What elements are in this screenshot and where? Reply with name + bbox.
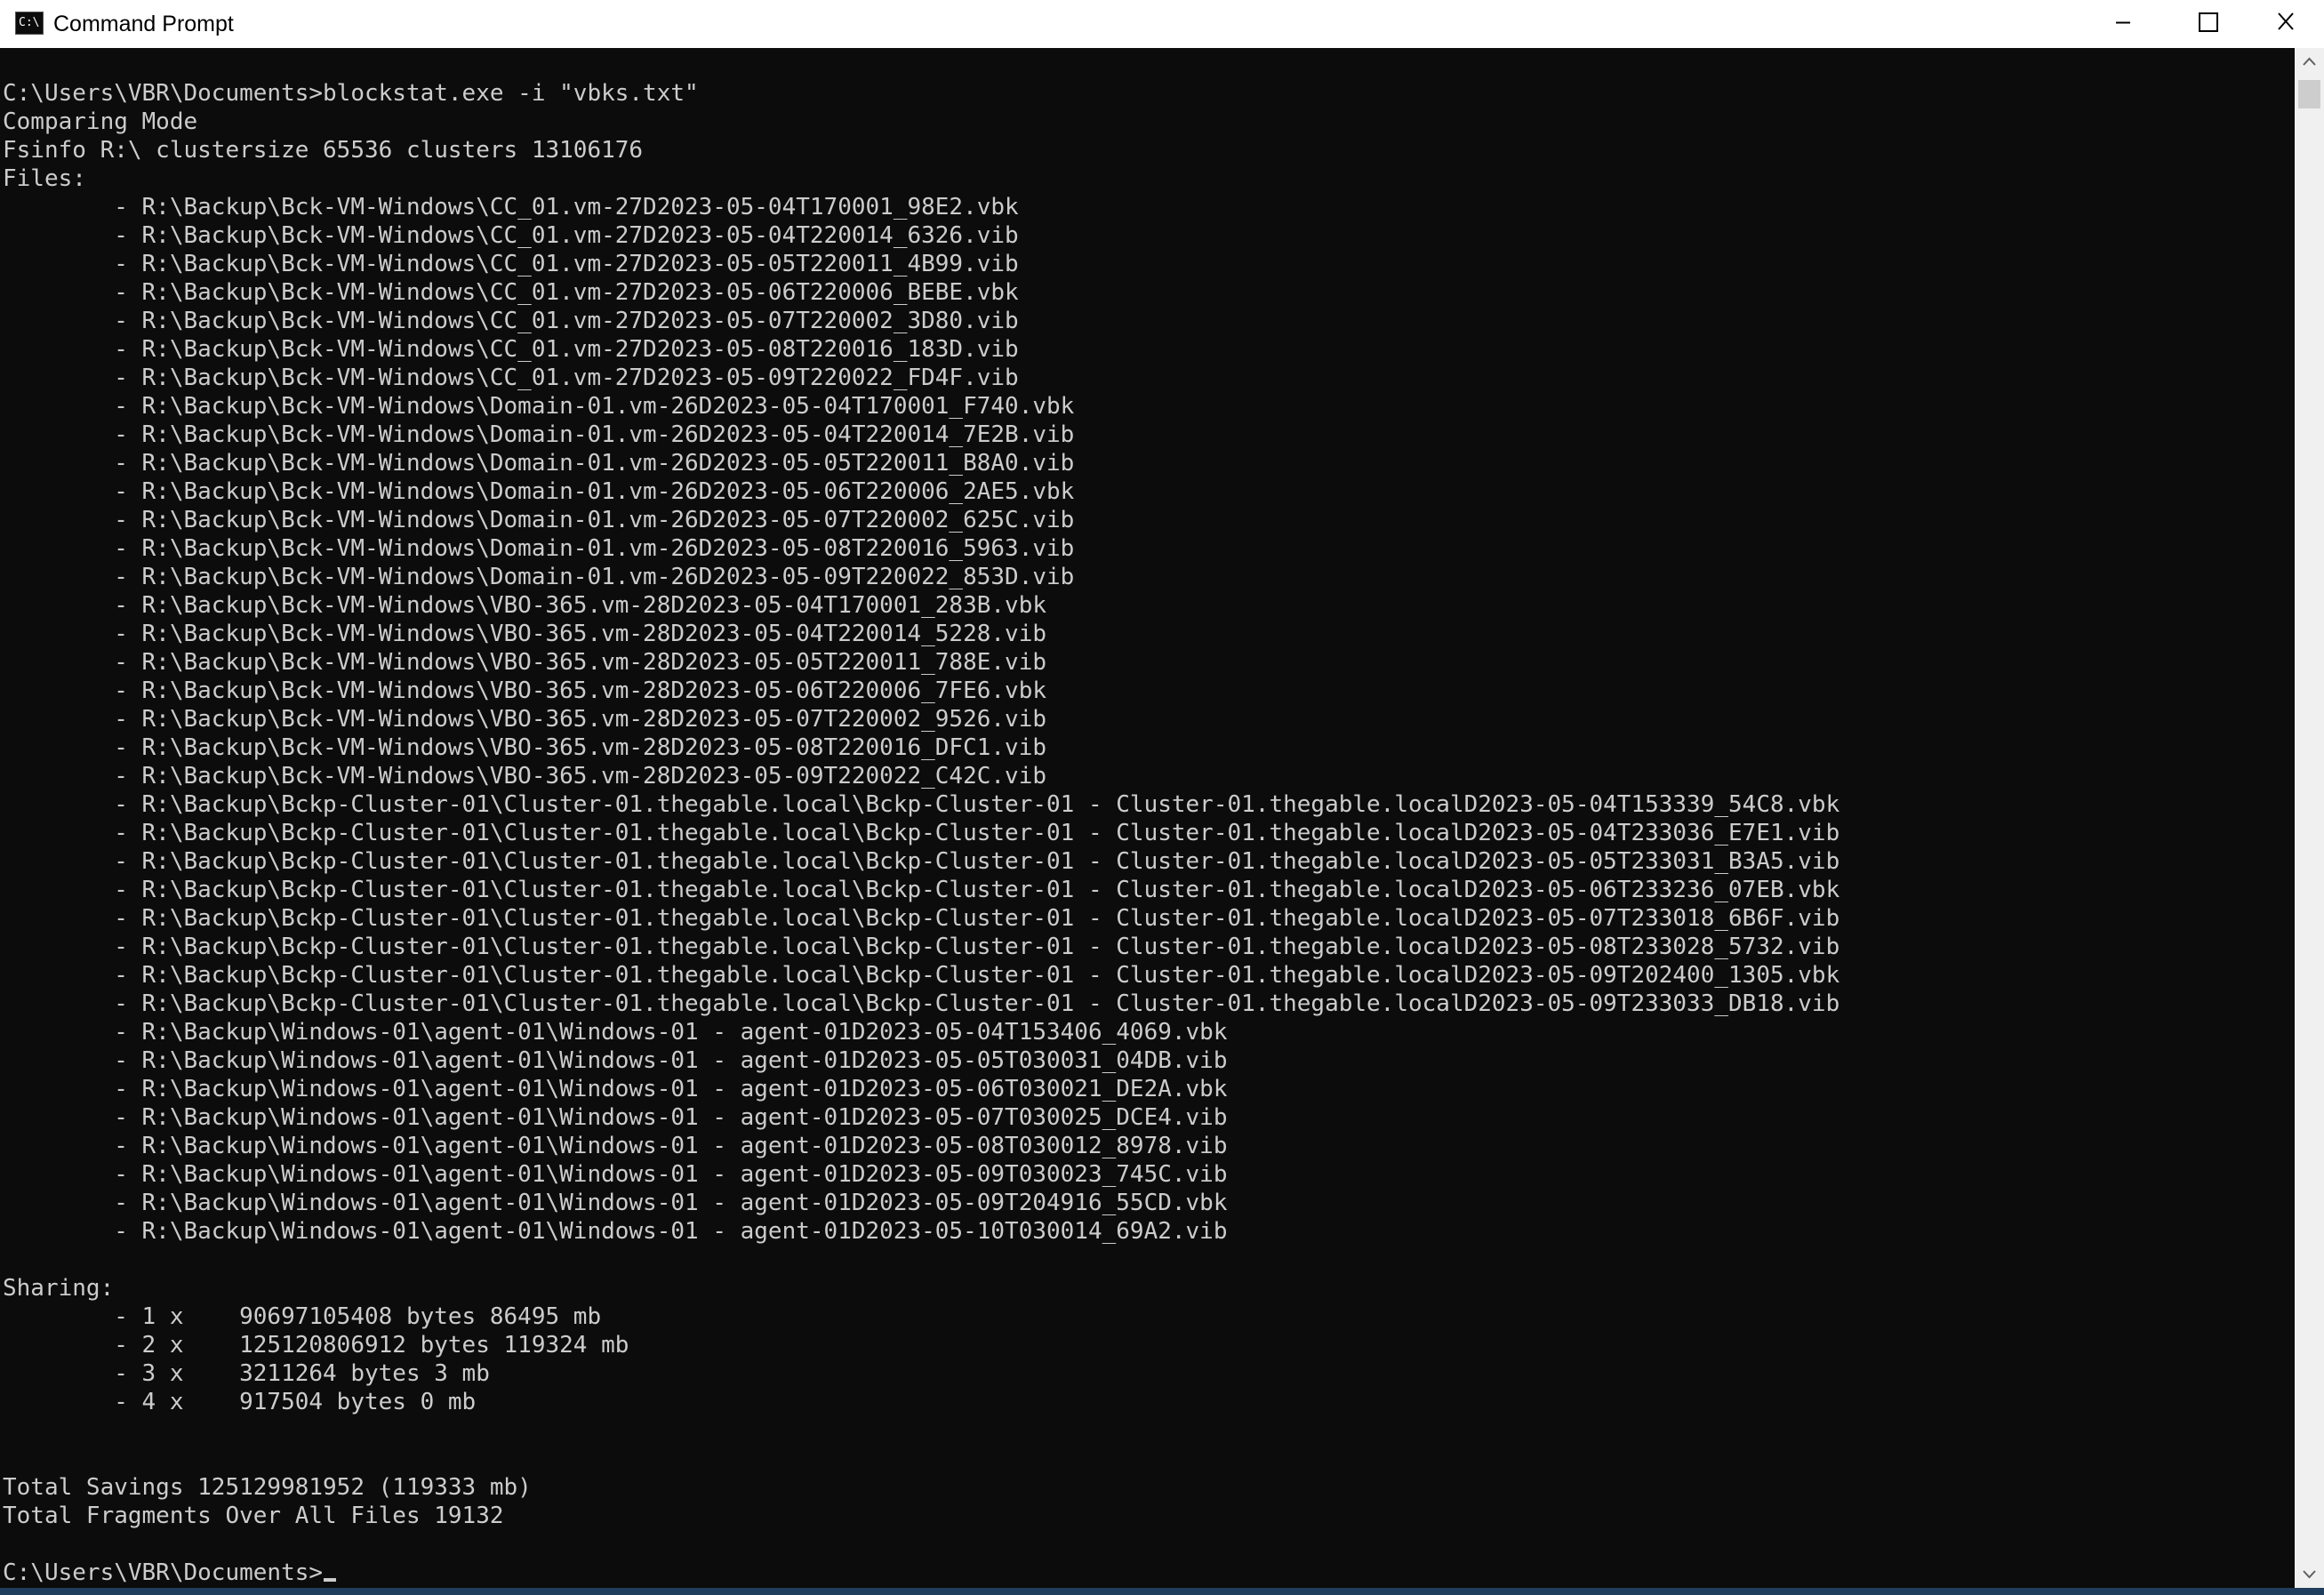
- maximize-icon: [2199, 12, 2218, 32]
- text-cursor: [324, 1578, 337, 1582]
- chevron-down-icon: [2303, 1570, 2316, 1579]
- console-line: - R:\Backup\Bckp-Cluster-01\Cluster-01.t…: [3, 962, 1840, 989]
- console-line: - R:\Backup\Bck-VM-Windows\VBO-365.vm-28…: [3, 734, 1046, 761]
- vertical-scrollbar[interactable]: [2295, 48, 2324, 1588]
- console-line: - R:\Backup\Bckp-Cluster-01\Cluster-01.t…: [3, 877, 1840, 903]
- console-output: C:\Users\VBR\Documents>blockstat.exe -i …: [3, 79, 1839, 1587]
- console-line: Total Fragments Over All Files 19132: [3, 1503, 504, 1529]
- console-line: - R:\Backup\Windows-01\agent-01\Windows-…: [3, 1190, 1228, 1216]
- console-line: - R:\Backup\Bck-VM-Windows\CC_01.vm-27D2…: [3, 279, 1019, 306]
- prompt-text: C:\Users\VBR\Documents>: [3, 1559, 324, 1586]
- console-line: - R:\Backup\Bck-VM-Windows\VBO-365.vm-28…: [3, 592, 1046, 619]
- console-line: Total Savings 125129981952 (119333 mb): [3, 1474, 532, 1501]
- console-line: - R:\Backup\Bck-VM-Windows\Domain-01.vm-…: [3, 421, 1075, 448]
- console-line: - R:\Backup\Bckp-Cluster-01\Cluster-01.t…: [3, 820, 1840, 846]
- console-line: - R:\Backup\Bckp-Cluster-01\Cluster-01.t…: [3, 905, 1840, 932]
- console-line: Fsinfo R:\ clustersize 65536 clusters 13…: [3, 137, 644, 164]
- scroll-up-button[interactable]: [2295, 48, 2324, 75]
- console-line: Sharing:: [3, 1275, 115, 1302]
- close-button[interactable]: [2246, 0, 2324, 48]
- console-line: - R:\Backup\Bck-VM-Windows\Domain-01.vm-…: [3, 478, 1075, 505]
- console-line: - R:\Backup\Bck-VM-Windows\VBO-365.vm-28…: [3, 763, 1046, 789]
- console-line: - R:\Backup\Windows-01\agent-01\Windows-…: [3, 1019, 1228, 1046]
- console-line: - 1 x 90697105408 bytes 86495 mb: [3, 1303, 602, 1330]
- console-line: - R:\Backup\Bck-VM-Windows\CC_01.vm-27D2…: [3, 336, 1019, 363]
- chevron-up-icon: [2303, 57, 2316, 66]
- minimize-button[interactable]: [2082, 0, 2164, 48]
- console-line: - R:\Backup\Bckp-Cluster-01\Cluster-01.t…: [3, 990, 1840, 1017]
- console-line: - 4 x 917504 bytes 0 mb: [3, 1389, 477, 1415]
- console-line: - R:\Backup\Bck-VM-Windows\VBO-365.vm-28…: [3, 621, 1046, 647]
- console-line: - R:\Backup\Bck-VM-Windows\VBO-365.vm-28…: [3, 677, 1046, 704]
- scroll-thumb[interactable]: [2298, 80, 2320, 108]
- console-line: - R:\Backup\Bck-VM-Windows\VBO-365.vm-28…: [3, 706, 1046, 733]
- console-line: - R:\Backup\Bck-VM-Windows\VBO-365.vm-28…: [3, 649, 1046, 676]
- scroll-down-button[interactable]: [2295, 1561, 2324, 1588]
- console-line: - R:\Backup\Bck-VM-Windows\Domain-01.vm-…: [3, 393, 1075, 420]
- console-line: - R:\Backup\Bck-VM-Windows\CC_01.vm-27D2…: [3, 251, 1019, 277]
- command-prompt-line[interactable]: C:\Users\VBR\Documents>: [3, 1559, 1839, 1587]
- console-line: - R:\Backup\Bck-VM-Windows\Domain-01.vm-…: [3, 450, 1075, 477]
- console-line: - R:\Backup\Bck-VM-Windows\Domain-01.vm-…: [3, 564, 1075, 590]
- maximize-button[interactable]: [2164, 0, 2246, 48]
- window-title: Command Prompt: [53, 12, 234, 36]
- console-line: - 2 x 125120806912 bytes 119324 mb: [3, 1332, 629, 1359]
- command-prompt-window: C:\ Command Prompt C:\Users\VBR\Document…: [0, 0, 2324, 1595]
- console-line: - R:\Backup\Bck-VM-Windows\CC_01.vm-27D2…: [3, 222, 1019, 249]
- console-line: - R:\Backup\Windows-01\agent-01\Windows-…: [3, 1218, 1228, 1245]
- minimize-icon: [2116, 21, 2130, 24]
- console-line: - R:\Backup\Windows-01\agent-01\Windows-…: [3, 1076, 1228, 1102]
- console-line: - R:\Backup\Bck-VM-Windows\Domain-01.vm-…: [3, 507, 1075, 533]
- console-line: C:\Users\VBR\Documents>blockstat.exe -i …: [3, 80, 699, 107]
- window-bottom-border: [0, 1588, 2324, 1595]
- console-line: - R:\Backup\Windows-01\agent-01\Windows-…: [3, 1161, 1228, 1188]
- console-line: - R:\Backup\Windows-01\agent-01\Windows-…: [3, 1047, 1228, 1074]
- console-line: - R:\Backup\Windows-01\agent-01\Windows-…: [3, 1133, 1228, 1159]
- console-line: Comparing Mode: [3, 108, 198, 135]
- console-line: - R:\Backup\Bck-VM-Windows\CC_01.vm-27D2…: [3, 365, 1019, 391]
- console-line: Files:: [3, 165, 86, 192]
- title-bar[interactable]: C:\ Command Prompt: [0, 0, 2324, 48]
- terminal-icon[interactable]: C:\: [15, 12, 44, 35]
- console-line: - R:\Backup\Windows-01\agent-01\Windows-…: [3, 1104, 1228, 1131]
- console-line: - R:\Backup\Bckp-Cluster-01\Cluster-01.t…: [3, 791, 1840, 818]
- console-line: - R:\Backup\Bck-VM-Windows\CC_01.vm-27D2…: [3, 308, 1019, 334]
- console-line: - 3 x 3211264 bytes 3 mb: [3, 1360, 490, 1387]
- console-line: - R:\Backup\Bckp-Cluster-01\Cluster-01.t…: [3, 934, 1840, 960]
- console-area[interactable]: C:\Users\VBR\Documents>blockstat.exe -i …: [0, 48, 2295, 1588]
- console-line: - R:\Backup\Bck-VM-Windows\Domain-01.vm-…: [3, 535, 1075, 562]
- console-line: - R:\Backup\Bckp-Cluster-01\Cluster-01.t…: [3, 848, 1840, 875]
- console-line: - R:\Backup\Bck-VM-Windows\CC_01.vm-27D2…: [3, 194, 1019, 220]
- close-icon: [2278, 12, 2294, 30]
